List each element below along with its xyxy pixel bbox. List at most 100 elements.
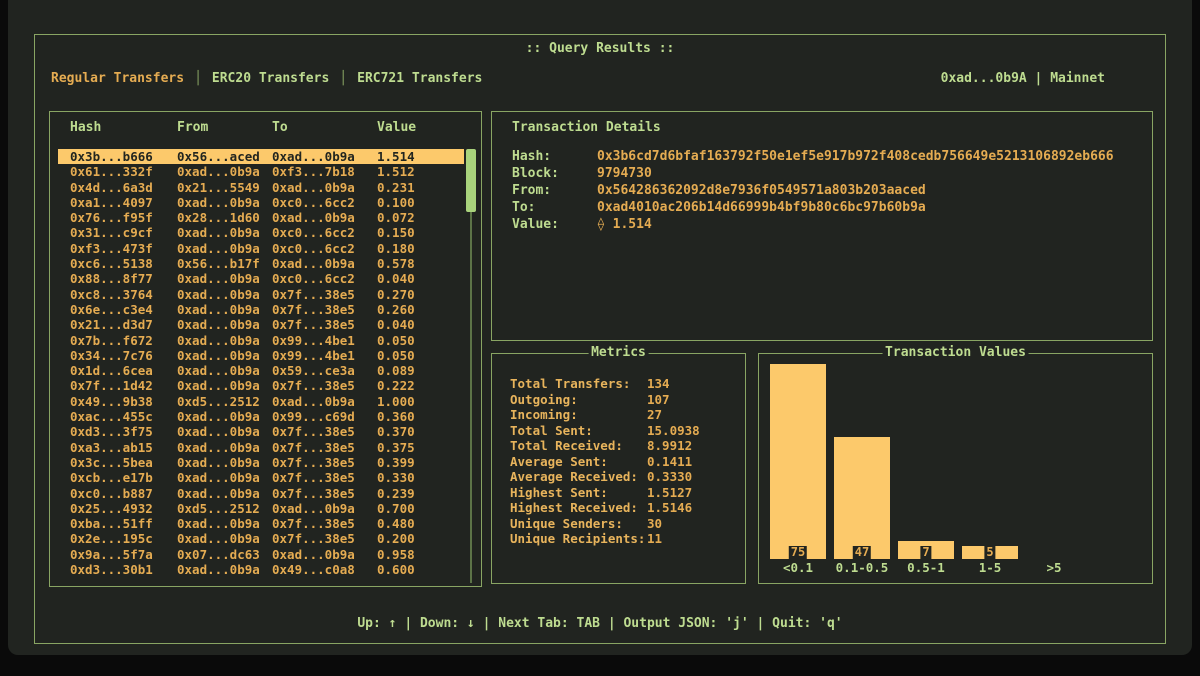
cell-from: 0xad...0b9a — [177, 317, 272, 332]
cell-to: 0xad...0b9a — [272, 394, 377, 409]
metric-value: 8.9912 — [647, 438, 692, 453]
footer-help: Up: ↑ | Down: ↓ | Next Tab: TAB | Output… — [35, 616, 1165, 631]
table-row[interactable]: 0x4d...6a3d0x21...55490xad...0b9a0.231 — [58, 180, 464, 195]
table-row[interactable]: 0x61...332f0xad...0b9a0xf3...7b181.512 — [58, 164, 464, 179]
cell-to: 0x7f...38e5 — [272, 424, 377, 439]
scrollbar-thumb[interactable] — [466, 149, 476, 212]
table-row[interactable]: 0xcb...e17b0xad...0b9a0x7f...38e50.330 — [58, 470, 464, 485]
cell-from: 0xad...0b9a — [177, 378, 272, 393]
cell-to: 0x7f...38e5 — [272, 378, 377, 393]
cell-to: 0x99...4be1 — [272, 333, 377, 348]
cell-to: 0xc0...6cc2 — [272, 195, 377, 210]
tab-regular-transfers[interactable]: Regular Transfers — [51, 71, 184, 86]
table-row[interactable]: 0x7b...f6720xad...0b9a0x99...4be10.050 — [58, 333, 464, 348]
metrics-list: Total Transfers:134Outgoing:107Incoming:… — [510, 376, 730, 547]
metric-label: Average Received: — [510, 469, 647, 485]
table-row[interactable]: 0xd3...3f750xad...0b9a0x7f...38e50.370 — [58, 424, 464, 439]
table-row[interactable]: 0xc8...37640xad...0b9a0x7f...38e50.270 — [58, 287, 464, 302]
cell-from: 0xad...0b9a — [177, 164, 272, 179]
cell-value: 0.231 — [377, 180, 464, 195]
table-row[interactable]: 0xa3...ab150xad...0b9a0x7f...38e50.375 — [58, 440, 464, 455]
detail-value: 0xad4010ac206b14d66999b4bf9b80c6bc97b60b… — [597, 200, 926, 215]
table-row[interactable]: 0xba...51ff0xad...0b9a0x7f...38e50.480 — [58, 516, 464, 531]
x-tick-0-1: <0.1 — [770, 560, 826, 575]
detail-row-block: Block:9794730 — [512, 165, 1114, 182]
cell-to: 0xc0...6cc2 — [272, 271, 377, 286]
cell-from: 0xad...0b9a — [177, 333, 272, 348]
detail-label: From: — [512, 182, 597, 199]
bar-count-label: 75 — [789, 546, 807, 559]
cell-from: 0xad...0b9a — [177, 409, 272, 424]
table-row[interactable]: 0xa1...40970xad...0b9a0xc0...6cc20.100 — [58, 195, 464, 210]
table-row[interactable]: 0xc6...51380x56...b17f0xad...0b9a0.578 — [58, 256, 464, 271]
table-row[interactable]: 0xac...455c0xad...0b9a0x99...c69d0.360 — [58, 409, 464, 424]
table-row[interactable]: 0x2e...195c0xad...0b9a0x7f...38e50.200 — [58, 531, 464, 546]
cell-hash: 0xc8...3764 — [70, 287, 177, 302]
tab-bar: Regular Transfers│ERC20 Transfers│ERC721… — [51, 71, 482, 86]
detail-value: 0x564286362092d8e7936f0549571a803b203aac… — [597, 183, 926, 198]
table-row[interactable]: 0x3c...5bea0xad...0b9a0x7f...38e50.399 — [58, 455, 464, 470]
app-title: :: Query Results :: — [35, 41, 1165, 56]
histogram-bar-0-1: 75 — [770, 364, 826, 559]
cell-value: 0.072 — [377, 210, 464, 225]
tab-erc721-transfers[interactable]: ERC721 Transfers — [357, 71, 482, 86]
metric-value: 1.5127 — [647, 485, 692, 500]
cell-from: 0xd5...2512 — [177, 501, 272, 516]
metric-row-total-sent: Total Sent:15.0938 — [510, 423, 730, 439]
cell-from: 0xad...0b9a — [177, 363, 272, 378]
cell-to: 0x7f...38e5 — [272, 531, 377, 546]
cell-from: 0xd5...2512 — [177, 394, 272, 409]
cell-hash: 0x9a...5f7a — [70, 547, 177, 562]
metric-label: Incoming: — [510, 407, 647, 423]
cell-to: 0x7f...38e5 — [272, 455, 377, 470]
cell-hash: 0x88...8f77 — [70, 271, 177, 286]
metric-value: 30 — [647, 516, 662, 531]
histogram-bar-0-1-0-5: 47 — [834, 437, 890, 559]
table-row[interactable]: 0xd3...30b10xad...0b9a0x49...c0a80.600 — [58, 562, 464, 577]
cell-value: 0.180 — [377, 241, 464, 256]
table-row[interactable]: 0xc0...b8870xad...0b9a0x7f...38e50.239 — [58, 486, 464, 501]
cell-from: 0xad...0b9a — [177, 486, 272, 501]
metric-row-incoming: Incoming:27 — [510, 407, 730, 423]
cell-to: 0x7f...38e5 — [272, 440, 377, 455]
metric-value: 1.5146 — [647, 500, 692, 515]
x-tick-1-5: 1-5 — [962, 560, 1018, 575]
table-row[interactable]: 0x9a...5f7a0x07...dc630xad...0b9a0.958 — [58, 547, 464, 562]
table-row[interactable]: 0x7f...1d420xad...0b9a0x7f...38e50.222 — [58, 378, 464, 393]
table-row[interactable]: 0x76...f95f0x28...1d600xad...0b9a0.072 — [58, 210, 464, 225]
metric-row-unique-senders: Unique Senders:30 — [510, 516, 730, 532]
cell-value: 0.700 — [377, 501, 464, 516]
table-row[interactable]: 0xf3...473f0xad...0b9a0xc0...6cc20.180 — [58, 241, 464, 256]
table-row[interactable]: 0x21...d3d70xad...0b9a0x7f...38e50.040 — [58, 317, 464, 332]
histogram-x-axis-labels: <0.10.1-0.50.5-11-5>5 — [759, 560, 1152, 576]
tab-erc20-transfers[interactable]: ERC20 Transfers — [212, 71, 329, 86]
cell-to: 0xad...0b9a — [272, 501, 377, 516]
cell-value: 0.399 — [377, 455, 464, 470]
cell-value: 0.578 — [377, 256, 464, 271]
table-row[interactable]: 0x49...9b380xd5...25120xad...0b9a1.000 — [58, 394, 464, 409]
cell-hash: 0xa3...ab15 — [70, 440, 177, 455]
table-row[interactable]: 0x6e...c3e40xad...0b9a0x7f...38e50.260 — [58, 302, 464, 317]
metric-label: Total Sent: — [510, 423, 647, 439]
scrollbar-track[interactable] — [470, 149, 472, 583]
cell-value: 0.370 — [377, 424, 464, 439]
cell-hash: 0xcb...e17b — [70, 470, 177, 485]
cell-to: 0xad...0b9a — [272, 547, 377, 562]
metric-row-total-transfers: Total Transfers:134 — [510, 376, 730, 392]
table-row[interactable]: 0x31...c9cf0xad...0b9a0xc0...6cc20.150 — [58, 225, 464, 240]
cell-hash: 0x1d...6cea — [70, 363, 177, 378]
cell-from: 0xad...0b9a — [177, 440, 272, 455]
table-row[interactable]: 0x88...8f770xad...0b9a0xc0...6cc20.040 — [58, 271, 464, 286]
metric-value: 15.0938 — [647, 423, 700, 438]
detail-value: 9794730 — [597, 166, 652, 181]
table-row[interactable]: 0x34...7c760xad...0b9a0x99...4be10.050 — [58, 348, 464, 363]
detail-label: Block: — [512, 165, 597, 182]
table-row[interactable]: 0x1d...6cea0xad...0b9a0x59...ce3a0.089 — [58, 363, 464, 378]
table-row[interactable]: 0x3b...b6660x56...aced0xad...0b9a1.514 — [58, 149, 464, 164]
cell-value: 0.600 — [377, 562, 464, 577]
x-tick-5: >5 — [1026, 560, 1082, 575]
table-row[interactable]: 0x25...49320xd5...25120xad...0b9a0.700 — [58, 501, 464, 516]
cell-hash: 0x21...d3d7 — [70, 317, 177, 332]
cell-to: 0xad...0b9a — [272, 149, 377, 164]
cell-hash: 0xc0...b887 — [70, 486, 177, 501]
